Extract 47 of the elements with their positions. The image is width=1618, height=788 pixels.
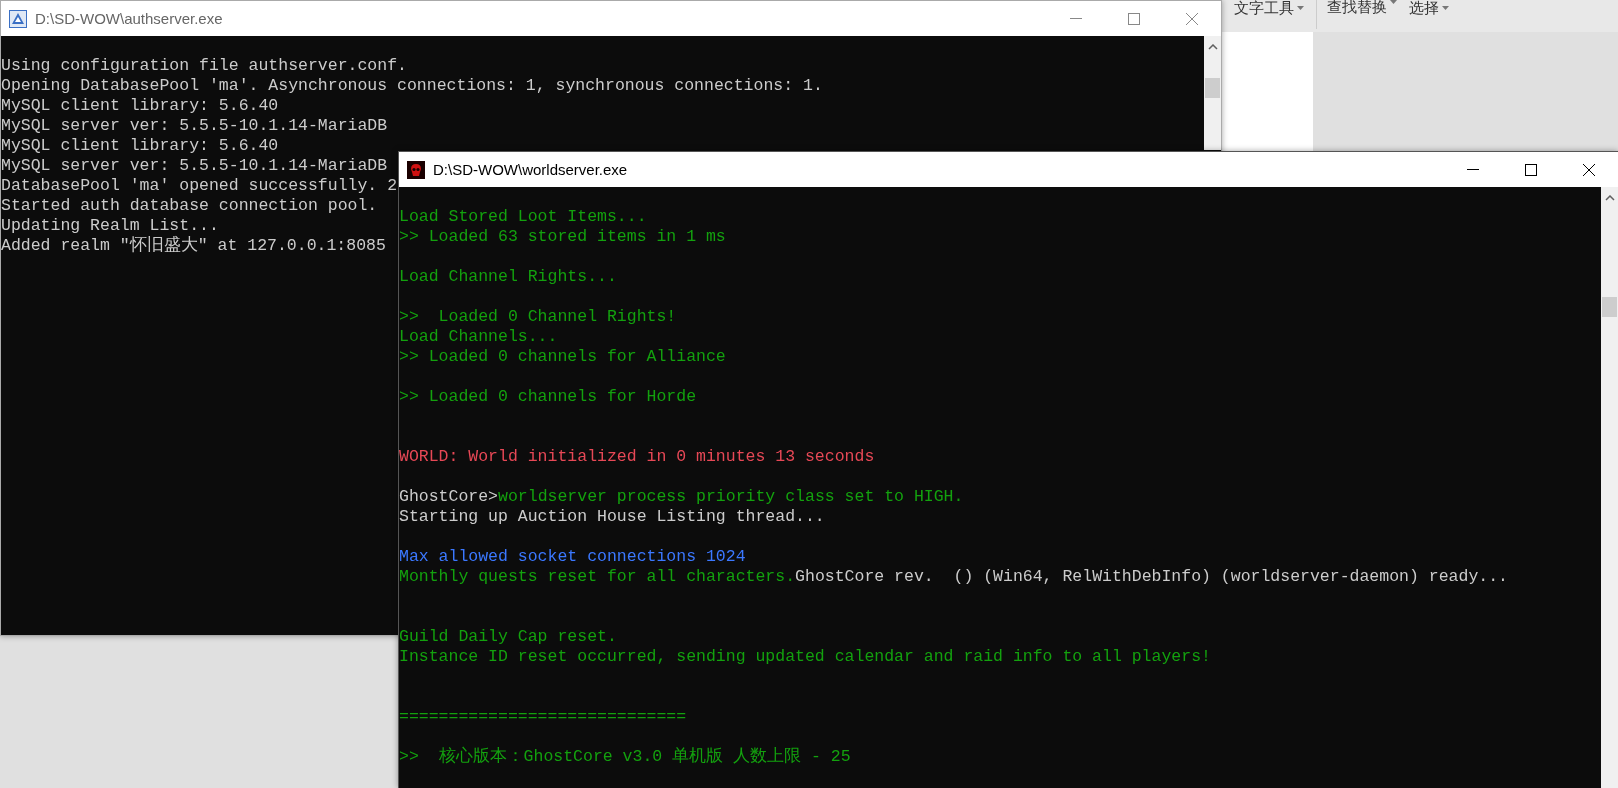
console-line: Monthly quests reset for all characters.GhostCore rev. () (Win64, RelWithDebInfo) (worldserver-daemon) ready... <box>399 567 1508 587</box>
console-line: MySQL client library: 5.6.40 <box>1 136 279 156</box>
console-line: >> Loaded 0 channels for Alliance <box>399 347 726 367</box>
console-line: Starting up Auction House Listing thread... <box>399 507 825 527</box>
console-line: GhostCore>worldserver process priority class set to HIGH. <box>399 487 964 507</box>
caret-icon <box>1390 0 1397 4</box>
console-line: DatabasePool 'ma' opened successfully. 2 <box>1 176 398 196</box>
scrollbar[interactable] <box>1601 187 1618 788</box>
console-line: MySQL server ver: 5.5.5-10.1.14-MariaDB <box>1 116 388 136</box>
console-line: >> Loaded 0 Channel Rights! <box>399 307 677 327</box>
caret-icon <box>1442 6 1449 10</box>
console-line: Added realm "怀旧盛大" at 127.0.0.1:8085 <box>1 236 386 256</box>
maximize-icon <box>1128 12 1140 25</box>
console-line: Updating Realm List... <box>1 216 219 236</box>
ribbon-menu[interactable]: 文字工具 <box>1228 0 1310 16</box>
window-title: D:\SD-WOW\authserver.exe <box>35 10 223 27</box>
minimize-icon <box>1070 18 1082 19</box>
close-icon <box>1186 12 1198 25</box>
console-line: WORLD: World initialized in 0 minutes 13 seconds <box>399 447 875 467</box>
ribbon-menu[interactable]: 查找替换 <box>1316 0 1403 29</box>
scrollbar-thumb[interactable] <box>1205 78 1220 98</box>
chevron-up-icon <box>1604 195 1615 201</box>
maximize-icon <box>1525 163 1537 176</box>
console-line: >> 核心版本：GhostCore v3.0 单机版 人数上限 - 25 <box>399 747 851 767</box>
scrollbar[interactable] <box>1204 36 1221 150</box>
scrollbar-thumb[interactable] <box>1602 297 1617 317</box>
caret-icon <box>1297 6 1304 10</box>
console-line: Opening DatabasePool 'ma'. Asynchronous connections: 1, synchronous connections: 1. <box>1 76 823 96</box>
window-title: D:\SD-WOW\worldserver.exe <box>433 161 628 178</box>
console-line: MySQL client library: 5.6.40 <box>1 96 279 116</box>
minimize-icon <box>1467 169 1479 170</box>
console-line: ============================= <box>399 707 687 727</box>
ribbon-menu[interactable]: 选择 <box>1403 0 1455 16</box>
console-line: Guild Daily Cap reset. <box>399 627 617 647</box>
console-line: Max allowed socket connections 1024 <box>399 547 746 567</box>
console-line: Using configuration file authserver.conf. <box>1 56 407 76</box>
chevron-up-icon <box>1207 44 1218 50</box>
console-line: >> Loaded 0 channels for Horde <box>399 387 697 407</box>
console-line: Started auth database connection pool. <box>1 196 378 216</box>
console-line: Load Channels... <box>399 327 558 347</box>
console-line: Instance ID reset occurred, sending updated calendar and raid info to all players! <box>399 647 1211 667</box>
console-line: MySQL server ver: 5.5.5-10.1.14-MariaDB <box>1 156 388 176</box>
console-line: Load Channel Rights... <box>399 267 617 287</box>
console-line: Load Stored Loot Items... <box>399 207 647 227</box>
close-icon <box>1583 163 1595 176</box>
skull-icon <box>407 160 425 179</box>
console-line: >> Loaded 63 stored items in 1 ms <box>399 227 726 247</box>
